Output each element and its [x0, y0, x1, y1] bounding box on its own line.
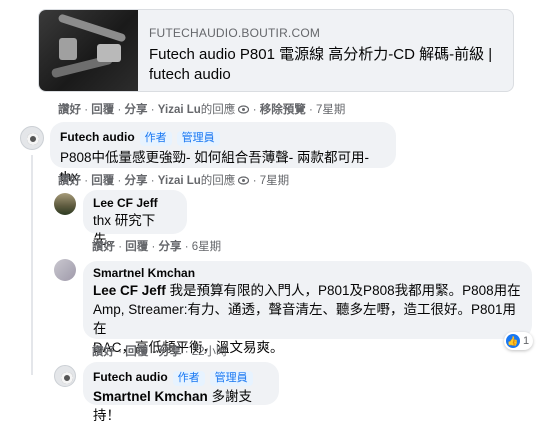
comment-timestamp[interactable]: 22小時 [192, 346, 228, 358]
comment-bubble: Futech audio 作者 管理員 Smartnel Kmchan 多謝支持！ [83, 362, 279, 423]
comment-bubble: Lee CF Jeff thx 研究下先。 [83, 190, 187, 247]
comment-author[interactable]: Smartnel Kmchan [93, 266, 522, 280]
share-button[interactable]: 分享 [125, 104, 148, 116]
thumbs-up-icon: 👍 [506, 334, 520, 348]
avatar[interactable] [54, 193, 76, 215]
admin-badge: 管理員 [209, 371, 253, 386]
avatar[interactable] [54, 365, 76, 387]
reaction-count[interactable]: 👍 1 [504, 332, 534, 350]
reply-button[interactable]: 回覆 [91, 175, 114, 187]
reply-button[interactable]: 回覆 [125, 241, 148, 253]
author-badge: 作者 [172, 371, 205, 386]
reply-button[interactable]: 回覆 [91, 104, 114, 116]
comment-text: Smartnel Kmchan 多謝支持！ [93, 389, 253, 423]
thread-line [31, 155, 33, 375]
like-button[interactable]: 讚好 [58, 175, 81, 187]
mention-link[interactable]: Lee CF Jeff [93, 283, 166, 298]
eye-icon [238, 175, 252, 187]
comment-author[interactable]: Futech audio [60, 130, 135, 144]
link-preview-domain: FUTECHAUDIO.BOUTIR.COM [149, 26, 321, 40]
share-button[interactable]: 分享 [125, 175, 148, 187]
comment-bubble: Smartnel Kmchan Lee CF Jeff 我是預算有限的入門人，P… [83, 261, 532, 355]
mention-link[interactable]: Smartnel Kmchan [93, 389, 208, 404]
comment-timestamp[interactable]: 7星期 [260, 175, 289, 187]
like-button[interactable]: 讚好 [92, 241, 115, 253]
eye-icon [238, 104, 252, 116]
avatar[interactable] [20, 126, 44, 150]
link-preview-title[interactable]: Futech audio P801 電源線 高分析力-CD 解碼-前級 | fu… [149, 45, 504, 85]
share-button[interactable]: 分享 [159, 241, 182, 253]
comment-action-row: 讚好 · 回覆 · 分享 · 22小時 [92, 346, 228, 358]
comment-action-row: 讚好 · 回覆 · 分享 · Yizai Lu的回應 · 7星期 [58, 175, 290, 187]
reply-button[interactable]: 回覆 [125, 346, 148, 358]
author-badge: 作者 [139, 131, 172, 146]
remove-preview-button[interactable]: 移除預覽 [260, 104, 306, 116]
hidden-note-name: Yizai Lu [157, 104, 201, 116]
comment-author[interactable]: Futech audio [93, 370, 168, 384]
post-action-row: 讚好 · 回覆 · 分享 · Yizai Lu的回應 · 移除預覽 · 7星期 [58, 104, 346, 116]
link-preview-thumbnail [39, 10, 138, 91]
avatar[interactable] [54, 259, 76, 281]
share-button[interactable]: 分享 [159, 346, 182, 358]
like-button[interactable]: 讚好 [92, 346, 115, 358]
like-button[interactable]: 讚好 [58, 104, 81, 116]
link-preview-card[interactable]: FUTECHAUDIO.BOUTIR.COM Futech audio P801… [38, 9, 514, 92]
post-timestamp[interactable]: 7星期 [316, 104, 345, 116]
comment-bubble: Futech audio 作者 管理員 P808中低量感更強勁- 如何組合吾薄聲- … [50, 122, 396, 184]
hidden-note-name: Yizai Lu [157, 175, 201, 187]
comment-timestamp[interactable]: 6星期 [192, 241, 221, 253]
comment-action-row: 讚好 · 回覆 · 分享 · 6星期 [92, 241, 222, 253]
comment-author[interactable]: Lee CF Jeff [93, 196, 177, 210]
admin-badge: 管理員 [176, 131, 220, 146]
